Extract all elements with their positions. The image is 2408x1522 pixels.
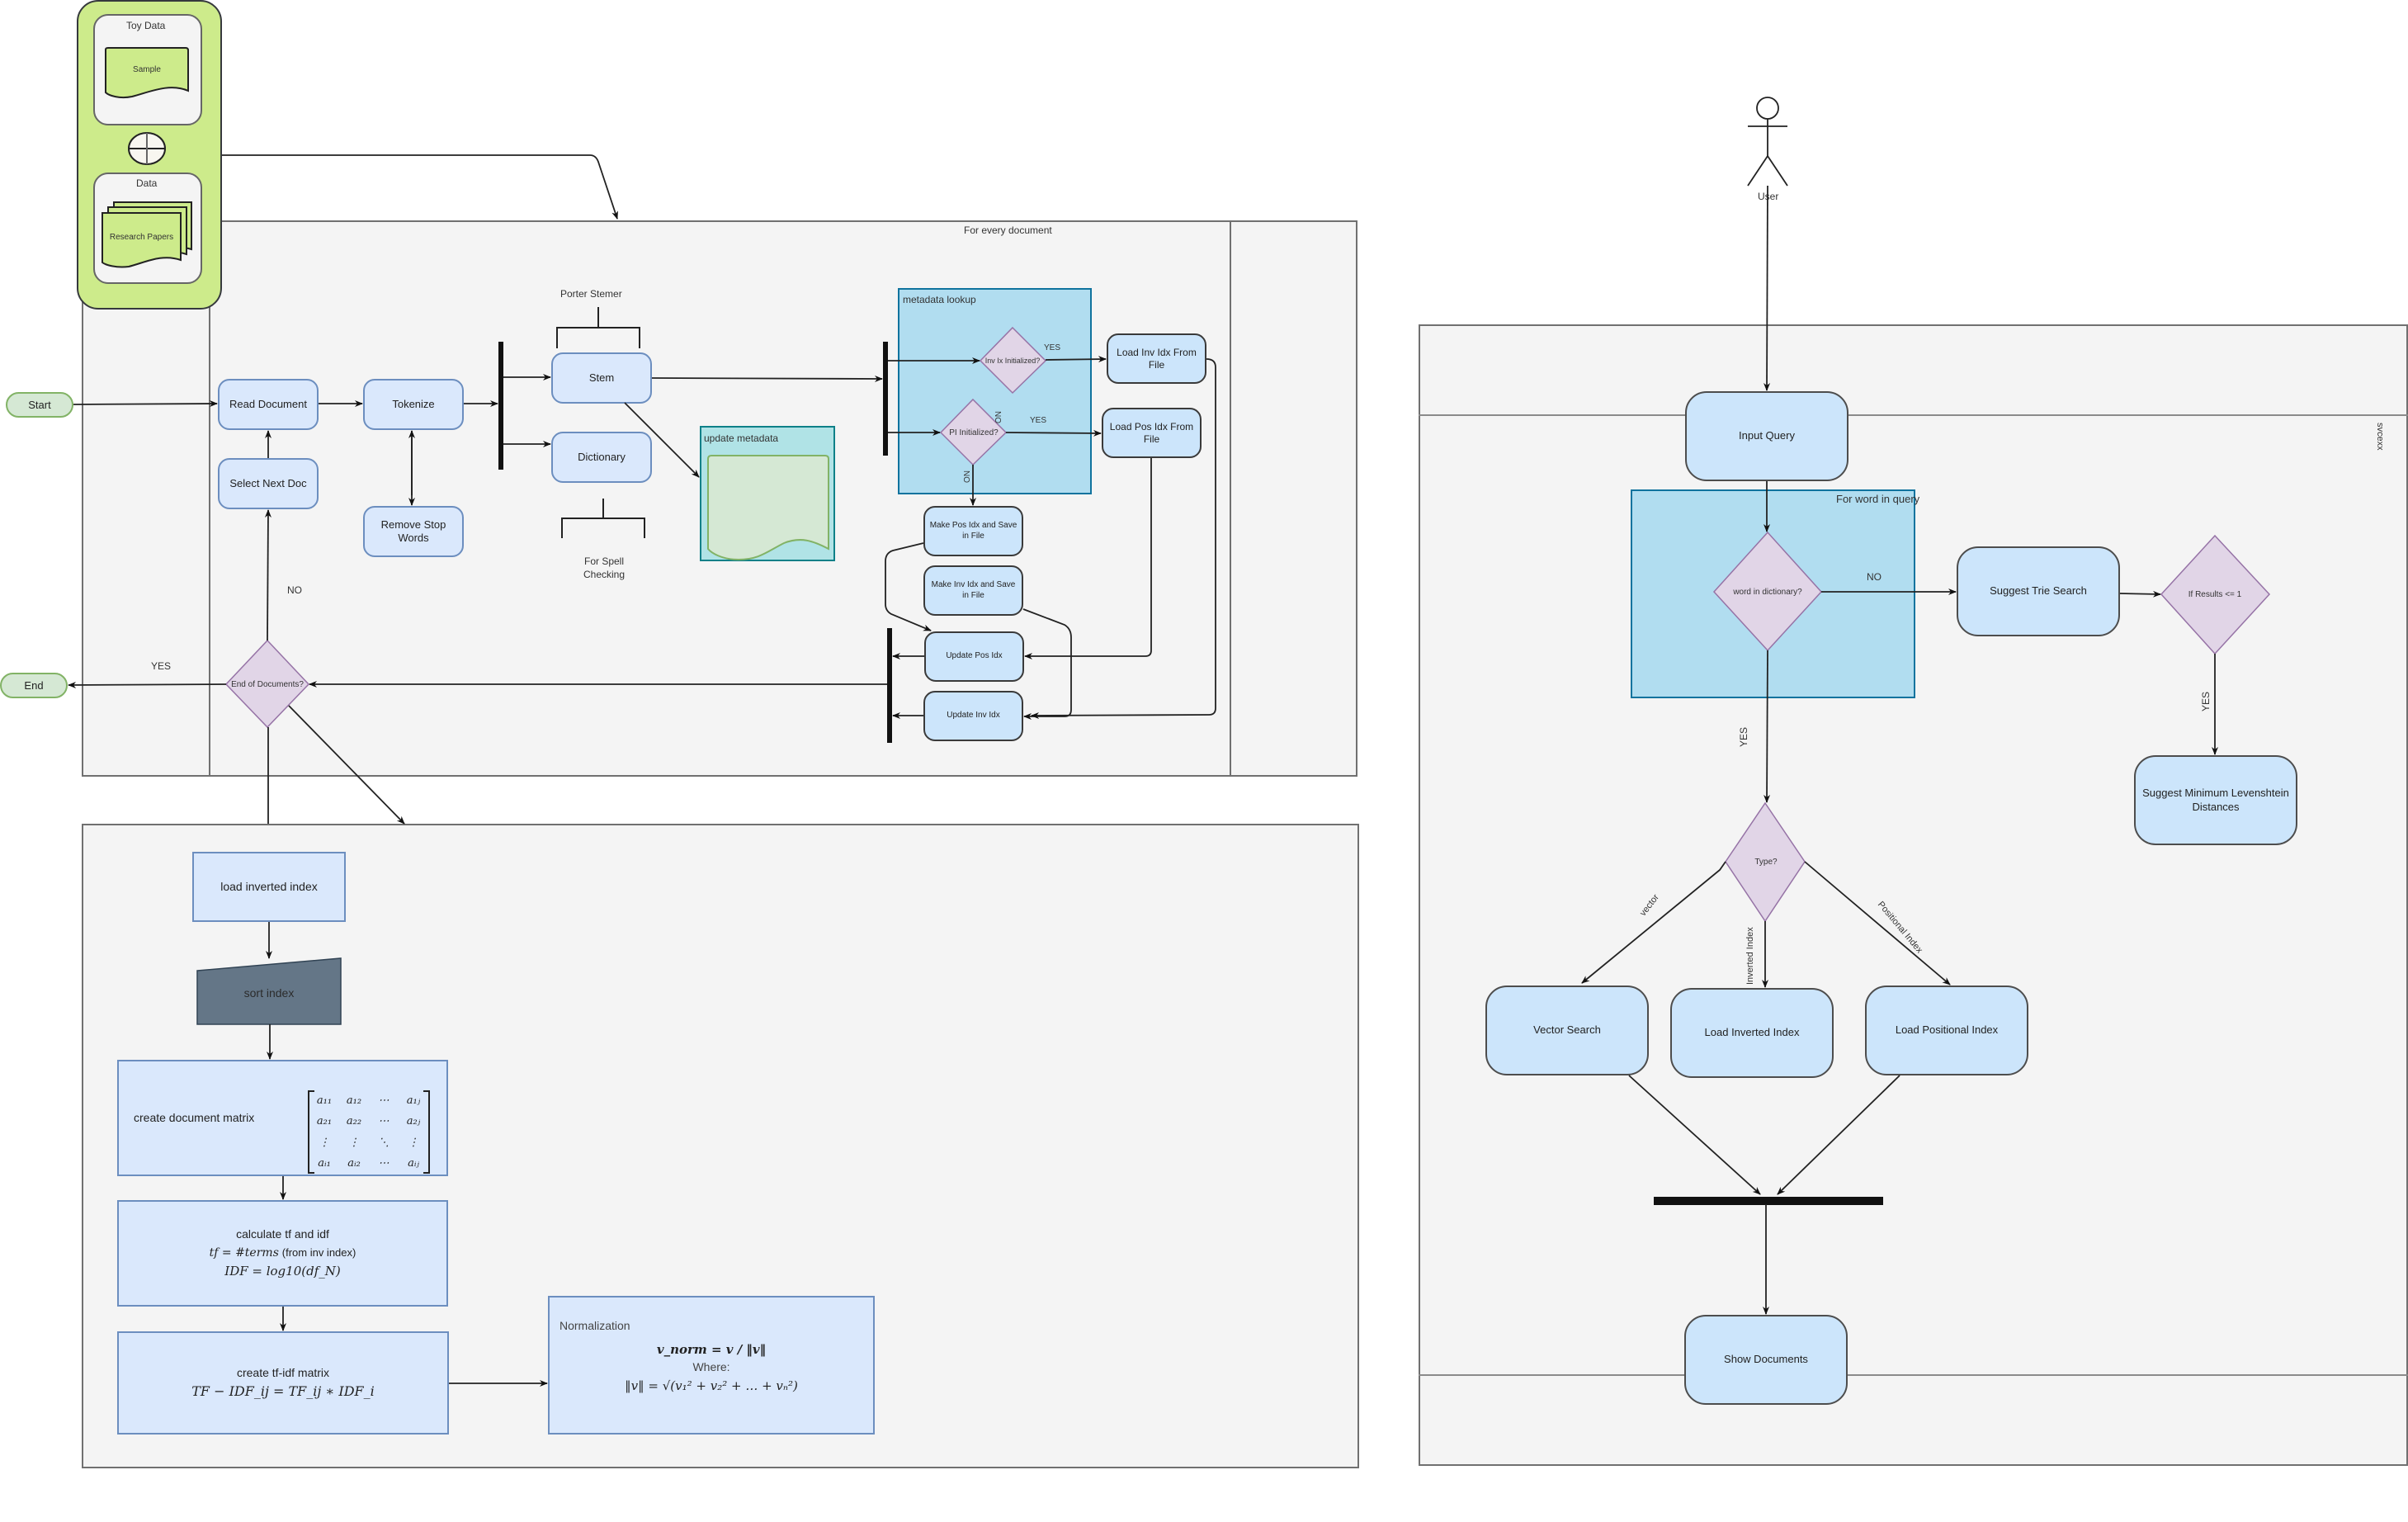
tfidf-matrix-title: create tf-idf matrix: [236, 1365, 330, 1379]
calc-tf-idf-title: calculate tf and idf: [236, 1227, 329, 1241]
matrix-cell: ⋱: [378, 1136, 390, 1149]
edge-inverted-label: Inverted Index: [1745, 927, 1755, 985]
inv-yes-label: YES: [1044, 343, 1061, 352]
loop-label-every-document: For every document: [964, 225, 1052, 236]
show-documents-node[interactable]: Show Documents: [1684, 1315, 1848, 1405]
join-bar-update: [887, 628, 892, 743]
inv-no-label: NO: [993, 411, 1002, 423]
metadata-field: -SavedFilesNames: [710, 519, 794, 531]
metadata-field: -Len(StemmedTokens): [710, 507, 810, 518]
matrix-grid: a₁₁ a₁₂ ⋯ a₁ⱼ a₂₁ a₂₂ ⋯ a₂ⱼ ⋮ ⋮ ⋱ ⋮ aᵢ₁ aᵢ₂ ⋯ aᵢⱼ: [309, 1090, 428, 1174]
tf-formula-line: tf = #terms (from inv index): [210, 1245, 356, 1261]
pi-initialized-label[interactable]: PI Initialized?: [941, 424, 1007, 441]
update-pos-idx-node[interactable]: Update Pos Idx: [924, 631, 1024, 682]
update-inv-idx-node[interactable]: Update Inv Idx: [923, 691, 1023, 741]
make-inv-idx-node[interactable]: Make Inv Idx and Save in File: [923, 565, 1023, 616]
matrix-cell: ⋯: [378, 1094, 390, 1108]
metadata-fields: -Doc ID -Len(Dictionary) -Len(StemmedTok…: [710, 482, 810, 532]
toy-data-title: Toy Data: [126, 20, 166, 31]
matrix-cell: ⋮: [408, 1136, 419, 1149]
matrix-cell: a₁₂: [346, 1094, 362, 1108]
matrix-cell: aᵢⱼ: [408, 1156, 419, 1170]
matrix-cell: ⋯: [378, 1115, 390, 1128]
end-no-label: NO: [287, 584, 302, 596]
load-inverted-index-node[interactable]: load inverted index: [192, 852, 346, 922]
tfidf-matrix-node[interactable]: create tf-idf matrix TF − IDF_ij = TF_ij…: [117, 1331, 449, 1435]
inv-initialized-label[interactable]: Inv Ix Initialized?: [979, 352, 1046, 369]
matrix-cell: a₂ⱼ: [406, 1115, 421, 1128]
calc-tf-idf-node[interactable]: calculate tf and idf tf = #terms (from i…: [117, 1200, 448, 1307]
normalization-title: Normalization: [560, 1319, 630, 1332]
read-document-node[interactable]: Read Document: [218, 379, 319, 430]
vector-search-node[interactable]: Vector Search: [1485, 986, 1649, 1075]
load-inverted-index-query-node[interactable]: Load Inverted Index: [1670, 988, 1834, 1078]
matrix-cell: ⋯: [378, 1156, 390, 1170]
word-loop-label: For word in query: [1836, 493, 1920, 505]
norm-magnitude-formula: ‖v‖ = √(v₁² + v₂² + … + vₙ²): [625, 1378, 798, 1393]
end-node[interactable]: End: [0, 673, 68, 698]
metadata-lookup-title: metadata lookup: [903, 294, 976, 305]
edge-data-to-panel: [222, 154, 618, 220]
metadata-field: -Len(Dictionary): [710, 494, 781, 506]
join-bar-query: [1654, 1197, 1883, 1205]
matrix-cell: a₂₂: [346, 1115, 362, 1128]
fork-bar-tokenize: [498, 342, 503, 470]
word-yes-label: YES: [1738, 726, 1749, 747]
suggest-trie-node[interactable]: Suggest Trie Search: [1957, 546, 2120, 636]
create-document-matrix-label: create document matrix: [134, 1110, 255, 1124]
document-matrix: a₁₁ a₁₂ ⋯ a₁ⱼ a₂₁ a₂₂ ⋯ a₂ⱼ ⋮ ⋮ ⋱ ⋮ aᵢ₁ aᵢ₂ ⋯ aᵢⱼ: [308, 1090, 430, 1174]
suggest-levenshtein-node[interactable]: Suggest Minimum Levenshtein Distances: [2134, 755, 2297, 845]
load-inv-idx-node[interactable]: Load Inv Idx From File: [1107, 333, 1206, 384]
type-label[interactable]: Type?: [1733, 853, 1799, 870]
query-lane-divider-bottom: [1419, 1374, 2408, 1376]
end-of-documents-label[interactable]: End of Documents?: [224, 676, 310, 692]
end-yes-label: YES: [151, 660, 172, 672]
data-group-title: Data: [136, 177, 158, 189]
sort-index-label: sort index: [243, 986, 295, 1000]
pi-yes-label: YES: [1030, 416, 1047, 425]
norm-formula: v_norm = v / ‖v‖: [656, 1341, 767, 1357]
dictionary-node[interactable]: Dictionary: [551, 432, 652, 483]
input-query-node[interactable]: Input Query: [1685, 391, 1848, 481]
remove-stop-words-node[interactable]: Remove Stop Words: [363, 506, 464, 557]
if-yes-label: YES: [2200, 691, 2212, 711]
word-in-dictionary-label[interactable]: word in dictionary?: [1716, 584, 1819, 600]
research-papers-label: Research Papers: [109, 232, 174, 242]
sample-document-label: Sample: [133, 64, 161, 74]
idf-formula: IDF = log10(df_N): [224, 1264, 341, 1279]
tokenize-node[interactable]: Tokenize: [363, 379, 464, 430]
start-node[interactable]: Start: [6, 392, 73, 418]
update-metadata-title: update metadata: [704, 432, 779, 444]
load-positional-index-node[interactable]: Load Positional Index: [1865, 986, 2028, 1075]
matrix-cell: a₁₁: [316, 1094, 333, 1108]
load-pos-idx-node[interactable]: Load Pos Idx From File: [1102, 408, 1202, 458]
norm-where: Where:: [692, 1360, 730, 1374]
tf-note: (from inv index): [281, 1245, 356, 1259]
stem-node[interactable]: Stem: [551, 352, 652, 404]
fork-bar-metadata: [883, 342, 888, 456]
normalization-node[interactable]: Normalization v_norm = v / ‖v‖ Where: ‖v…: [548, 1296, 875, 1435]
user-actor-label: User: [1758, 191, 1779, 202]
tfidf-formula: TF − IDF_ij = TF_ij ∗ IDF_i: [191, 1383, 375, 1400]
matrix-cell: ⋮: [348, 1136, 360, 1149]
query-lane-divider-top: [1419, 414, 2408, 416]
if-results-label[interactable]: If Results <= 1: [2162, 586, 2268, 603]
pi-no-label: NO: [961, 470, 970, 483]
user-actor-icon: [1747, 97, 1788, 187]
indexing-lane-divider-right: [1230, 220, 1231, 777]
metadata-field: -Doc ID: [710, 482, 744, 494]
matrix-cell: a₁ⱼ: [406, 1094, 421, 1108]
query-side-label: svcexx: [2375, 423, 2385, 451]
word-no-label: NO: [1867, 571, 1882, 583]
porter-stemmer-label: Porter Stemer: [560, 288, 622, 300]
metadata-lookup-container: [898, 288, 1092, 494]
matrix-cell: aᵢ₂: [347, 1156, 361, 1170]
spell-checking-label: For Spell Checking: [583, 555, 626, 580]
make-pos-idx-node[interactable]: Make Pos Idx and Save in File: [923, 506, 1023, 556]
select-next-doc-node[interactable]: Select Next Doc: [218, 458, 319, 509]
matrix-cell: aᵢ₁: [318, 1156, 331, 1170]
matrix-cell: a₂₁: [316, 1115, 333, 1128]
matrix-cell: ⋮: [319, 1136, 330, 1149]
tf-formula: tf = #terms: [209, 1245, 279, 1260]
